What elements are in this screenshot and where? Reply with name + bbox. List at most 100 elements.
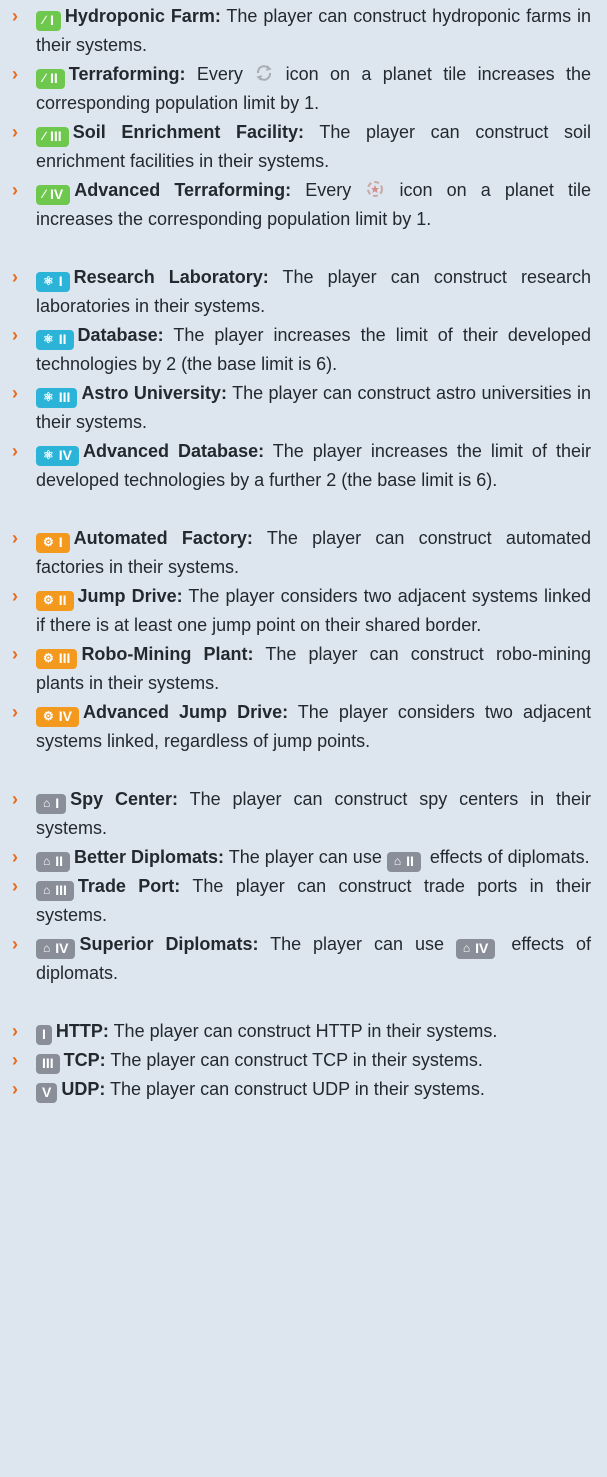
badge-level: II [58,592,67,608]
badge-level: IV [50,186,64,202]
industry-tech-badge: ⚙ II [36,590,74,611]
agriculture-tech-badge: ∕ II [36,68,65,89]
tech-description: The player can construct HTTP in their s… [108,1021,498,1041]
list-item-research-laboratory: › ⚛ I Research Laboratory: The player ca… [10,263,591,321]
badge-level: IV [58,708,72,724]
bullet-arrow-icon: › [12,702,18,722]
diplomacy-tech-badge: ⌂ III [36,880,74,901]
badge-level: III [55,882,67,898]
diplomacy-tech-badge: ⌂ II [36,851,71,872]
bullet-arrow-icon: › [12,876,18,896]
bullet-arrow-icon: › [12,267,18,287]
science-tech-badge: ⚛ II [36,329,74,350]
agriculture-tech-badge: ∕ I [36,10,61,31]
list-item-advanced-database: › ⚛ IV Advanced Database: The player inc… [10,437,591,495]
list-item-spy-center: › ⌂ I Spy Center: The player can constru… [10,785,591,843]
bullet-arrow-icon: › [12,528,18,548]
list-item-advanced-terraforming: › ∕ IV Advanced Terraforming: Every icon… [10,176,591,234]
badge-level: I [50,12,54,28]
atom-icon: ⚛ [43,448,54,462]
bullet-arrow-icon: › [12,180,18,200]
science-tech-badge: ⚛ I [36,271,70,292]
list-item-database: › ⚛ II Database: The player increases th… [10,321,591,379]
tech-name: Superior Diplomats: [79,934,259,954]
badge-level: IV [58,447,72,463]
badge-level: II [50,70,58,86]
tech-name: UDP: [61,1079,106,1099]
bank-icon: ⌂ [43,883,51,897]
tech-name: Spy Center: [70,789,179,809]
generic-tech-badge: III [36,1053,60,1074]
tech-description-cont: effects of diplomats. [424,847,590,867]
bullet-arrow-icon: › [12,122,18,142]
gear-icon: ⚙ [43,593,54,607]
tech-name: Trade Port: [77,876,181,896]
tech-name: Advanced Database: [83,441,265,461]
bullet-arrow-icon: › [12,934,18,954]
gear-icon: ⚙ [43,709,54,723]
rules-page: › ∕ I Hydroponic Farm: The player can co… [0,0,607,1477]
list-item-tcp: › III TCP: The player can construct TCP … [10,1046,591,1075]
generic-tech-badge: V [36,1082,58,1103]
badge-level: IV [475,940,489,956]
inline-diplomacy-badge: ⌂ IV [455,938,496,959]
bullet-arrow-icon: › [12,64,18,84]
list-item-soil-enrichment: › ∕ III Soil Enrichment Facility: The pl… [10,118,591,176]
atom-icon: ⚛ [43,390,54,404]
bullet-arrow-icon: › [12,847,18,867]
leaf-icon: ∕ [43,187,46,201]
tech-description: Every [291,180,366,200]
cycle-star-icon [365,179,385,199]
tech-name: Advanced Terraforming: [74,180,292,200]
industry-tech-badge: ⚙ I [36,532,70,553]
list-item-terraforming: › ∕ II Terraforming: Every icon on a pla… [10,60,591,118]
technology-list: › ∕ I Hydroponic Farm: The player can co… [0,0,607,1104]
leaf-icon: ∕ [43,13,46,27]
diplomacy-tech-badge: ⌂ IV [36,938,76,959]
tech-name: HTTP: [55,1021,109,1041]
bank-icon: ⌂ [43,796,51,810]
list-item-http: › I HTTP: The player can construct HTTP … [10,1017,591,1046]
list-item-udp: › V UDP: The player can construct UDP in… [10,1075,591,1104]
badge-level: I [55,795,60,811]
atom-icon: ⚛ [43,274,54,288]
list-item-hydroponic-farm: › ∕ I Hydroponic Farm: The player can co… [10,2,591,60]
bullet-arrow-icon: › [12,1050,18,1070]
badge-level: I [58,534,63,550]
gear-icon: ⚙ [43,651,54,665]
list-item-trade-port: › ⌂ III Trade Port: The player can const… [10,872,591,930]
atom-icon: ⚛ [43,332,54,346]
industry-tech-badge: ⚙ IV [36,706,79,727]
cycle-icon [254,63,274,83]
badge-level: IV [55,940,69,956]
bullet-arrow-icon: › [12,1079,18,1099]
tech-name: Robo-Mining Plant: [81,644,254,664]
bullet-arrow-icon: › [12,586,18,606]
bullet-arrow-icon: › [12,441,18,461]
diplomacy-tech-badge: ⌂ I [36,793,67,814]
list-item-better-diplomats: › ⌂ II Better Diplomats: The player can … [10,843,591,872]
science-tech-badge: ⚛ IV [36,445,79,466]
badge-level: III [42,1055,54,1071]
tech-name: Advanced Jump Drive: [83,702,289,722]
tech-description: The player can construct UDP in their sy… [105,1079,485,1099]
inline-diplomacy-badge: ⌂ II [386,851,421,872]
list-item-robo-mining-plant: › ⚙ III Robo-Mining Plant: The player ca… [10,640,591,698]
gear-icon: ⚙ [43,535,54,549]
list-item-advanced-jump-drive: › ⚙ IV Advanced Jump Drive: The player c… [10,698,591,756]
bullet-arrow-icon: › [12,1021,18,1041]
tech-name: Research Laboratory: [73,267,269,287]
bank-icon: ⌂ [462,941,471,955]
badge-level: I [42,1026,46,1042]
tech-name: Soil Enrichment Facility: [72,122,305,142]
bullet-arrow-icon: › [12,383,18,403]
tech-description: Every [185,64,255,84]
tech-description: The player can use [224,847,387,867]
badge-level: III [58,650,71,666]
bullet-arrow-icon: › [12,325,18,345]
generic-tech-badge: I [36,1024,52,1045]
leaf-icon: ∕ [43,129,46,143]
list-item-automated-factory: › ⚙ I Automated Factory: The player can … [10,524,591,582]
